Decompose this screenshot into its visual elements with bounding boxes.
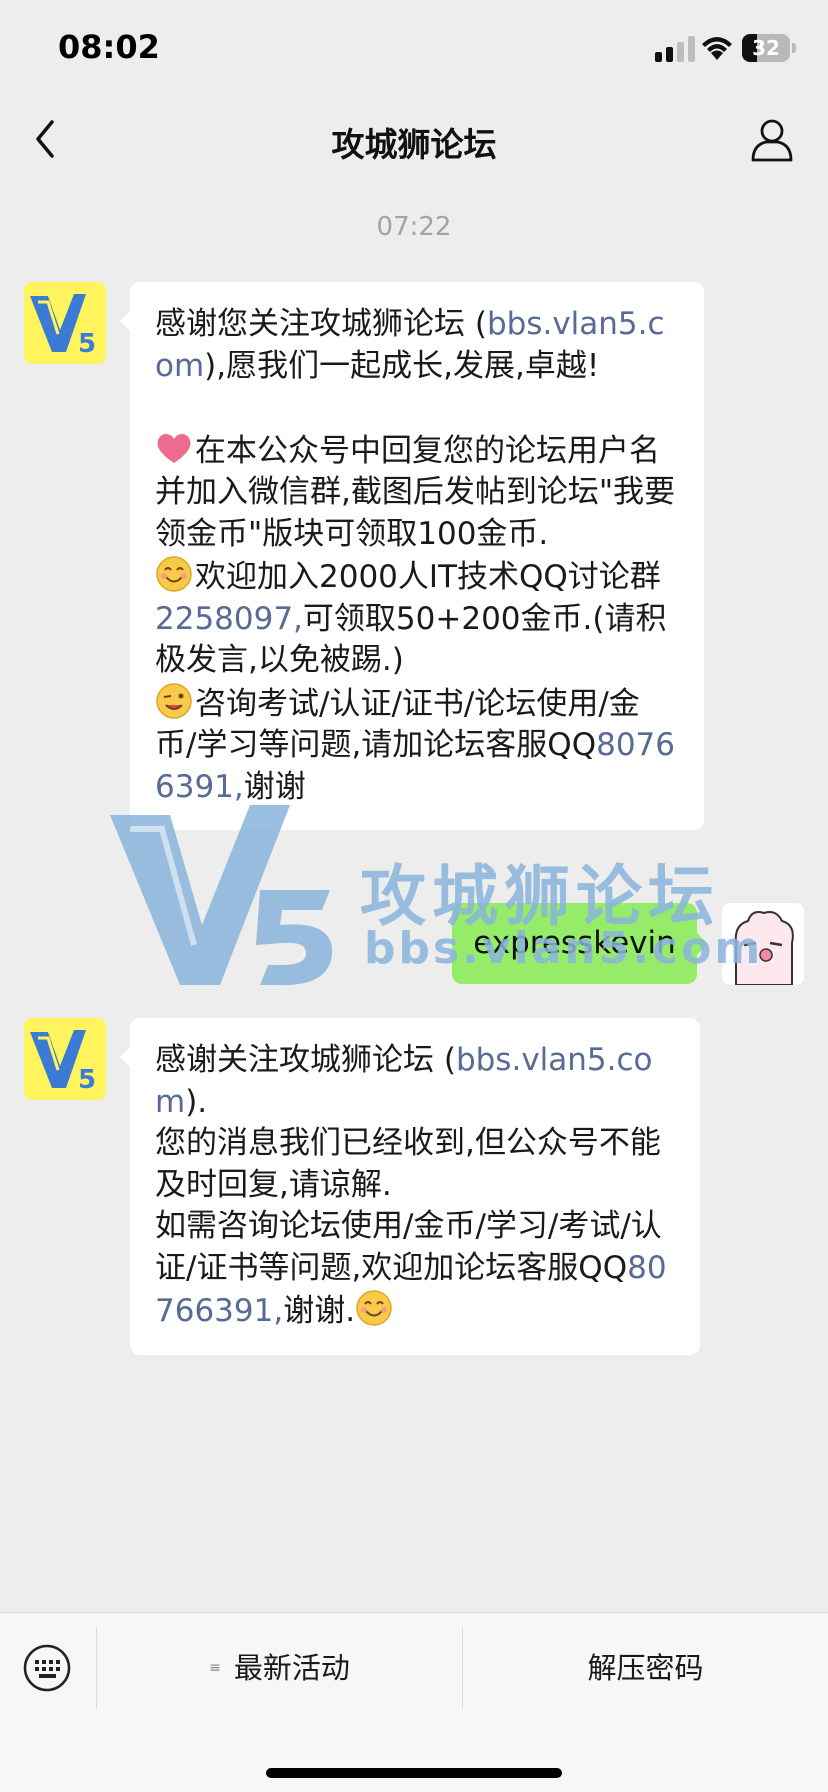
sent-message-text: expresskevin bbox=[473, 925, 676, 961]
message-text: 在本公众号中回复您的论坛用户名并加入微信群,截图后发帖到论坛"我要领金币"版块可… bbox=[155, 432, 676, 552]
battery-icon: 32 bbox=[742, 34, 796, 62]
message-text: 感谢您关注攻城狮论坛 ( bbox=[155, 306, 487, 342]
heart-icon bbox=[157, 433, 191, 463]
menu-unzip-password[interactable]: 解压密码 bbox=[463, 1627, 828, 1709]
user-avatar[interactable] bbox=[722, 903, 804, 985]
received-message-bubble[interactable]: 感谢关注攻城狮论坛 (bbs.vlan5.com). 您的消息我们已经收到,但公… bbox=[120, 1018, 700, 1355]
smile-icon bbox=[156, 556, 192, 592]
message-text: ),愿我们一起成长,发展,卓越! bbox=[204, 347, 600, 384]
v5-logo-icon: 5 bbox=[30, 1030, 96, 1095]
battery-level: 32 bbox=[752, 36, 780, 60]
official-account-avatar[interactable]: 5 bbox=[24, 282, 106, 364]
v5-logo-icon: 5 bbox=[30, 294, 96, 359]
smile-icon bbox=[356, 1290, 392, 1326]
chat-title: 攻城狮论坛 bbox=[331, 125, 497, 164]
message-text: 谢谢 bbox=[243, 768, 306, 805]
home-indicator bbox=[266, 1768, 562, 1778]
svg-text:5: 5 bbox=[78, 1065, 96, 1095]
wink-icon bbox=[156, 682, 192, 719]
keyboard-toggle-icon[interactable] bbox=[22, 1643, 72, 1693]
status-bar: 08:02 32 bbox=[0, 0, 828, 96]
profile-button[interactable] bbox=[748, 116, 796, 164]
official-account-avatar[interactable]: 5 bbox=[24, 1018, 106, 1100]
message-timestamp: 07:22 bbox=[376, 212, 452, 242]
message-text: 欢迎加入2000人IT技术QQ讨论群 bbox=[195, 559, 661, 595]
qq-group-link[interactable]: 2258097, bbox=[155, 601, 303, 637]
message-text: 谢谢. bbox=[283, 1293, 356, 1329]
menu-latest-activities[interactable]: ≡ 最新活动 bbox=[97, 1627, 462, 1709]
message-text: ). 您的消息我们已经收到,但公众号不能及时回复,请谅解. 如需咨询论坛使用/金… bbox=[155, 1083, 662, 1286]
svg-text:5: 5 bbox=[78, 329, 96, 359]
menu-label: 最新活动 bbox=[233, 1651, 350, 1685]
menu-label: 解压密码 bbox=[587, 1651, 704, 1685]
message-text: 感谢关注攻城狮论坛 ( bbox=[155, 1042, 456, 1078]
received-message-bubble[interactable]: 感谢您关注攻城狮论坛 (bbs.vlan5.com),愿我们一起成长,发展,卓越… bbox=[120, 282, 704, 830]
status-time: 08:02 bbox=[58, 28, 160, 66]
message-text: 咨询考试/认证/证书/论坛使用/金币/学习等问题,请加论坛客服QQ bbox=[155, 685, 640, 764]
sent-message-bubble[interactable]: expresskevin bbox=[452, 903, 708, 984]
nav-bar: 攻城狮论坛 bbox=[0, 96, 828, 184]
cellular-signal-icon bbox=[655, 36, 695, 62]
bottom-menu-bar: ≡ 最新活动 解压密码 bbox=[0, 1612, 828, 1792]
cartoon-bunny-icon bbox=[734, 911, 794, 985]
submenu-icon: ≡ bbox=[209, 1660, 221, 1676]
wifi-icon bbox=[702, 37, 732, 60]
